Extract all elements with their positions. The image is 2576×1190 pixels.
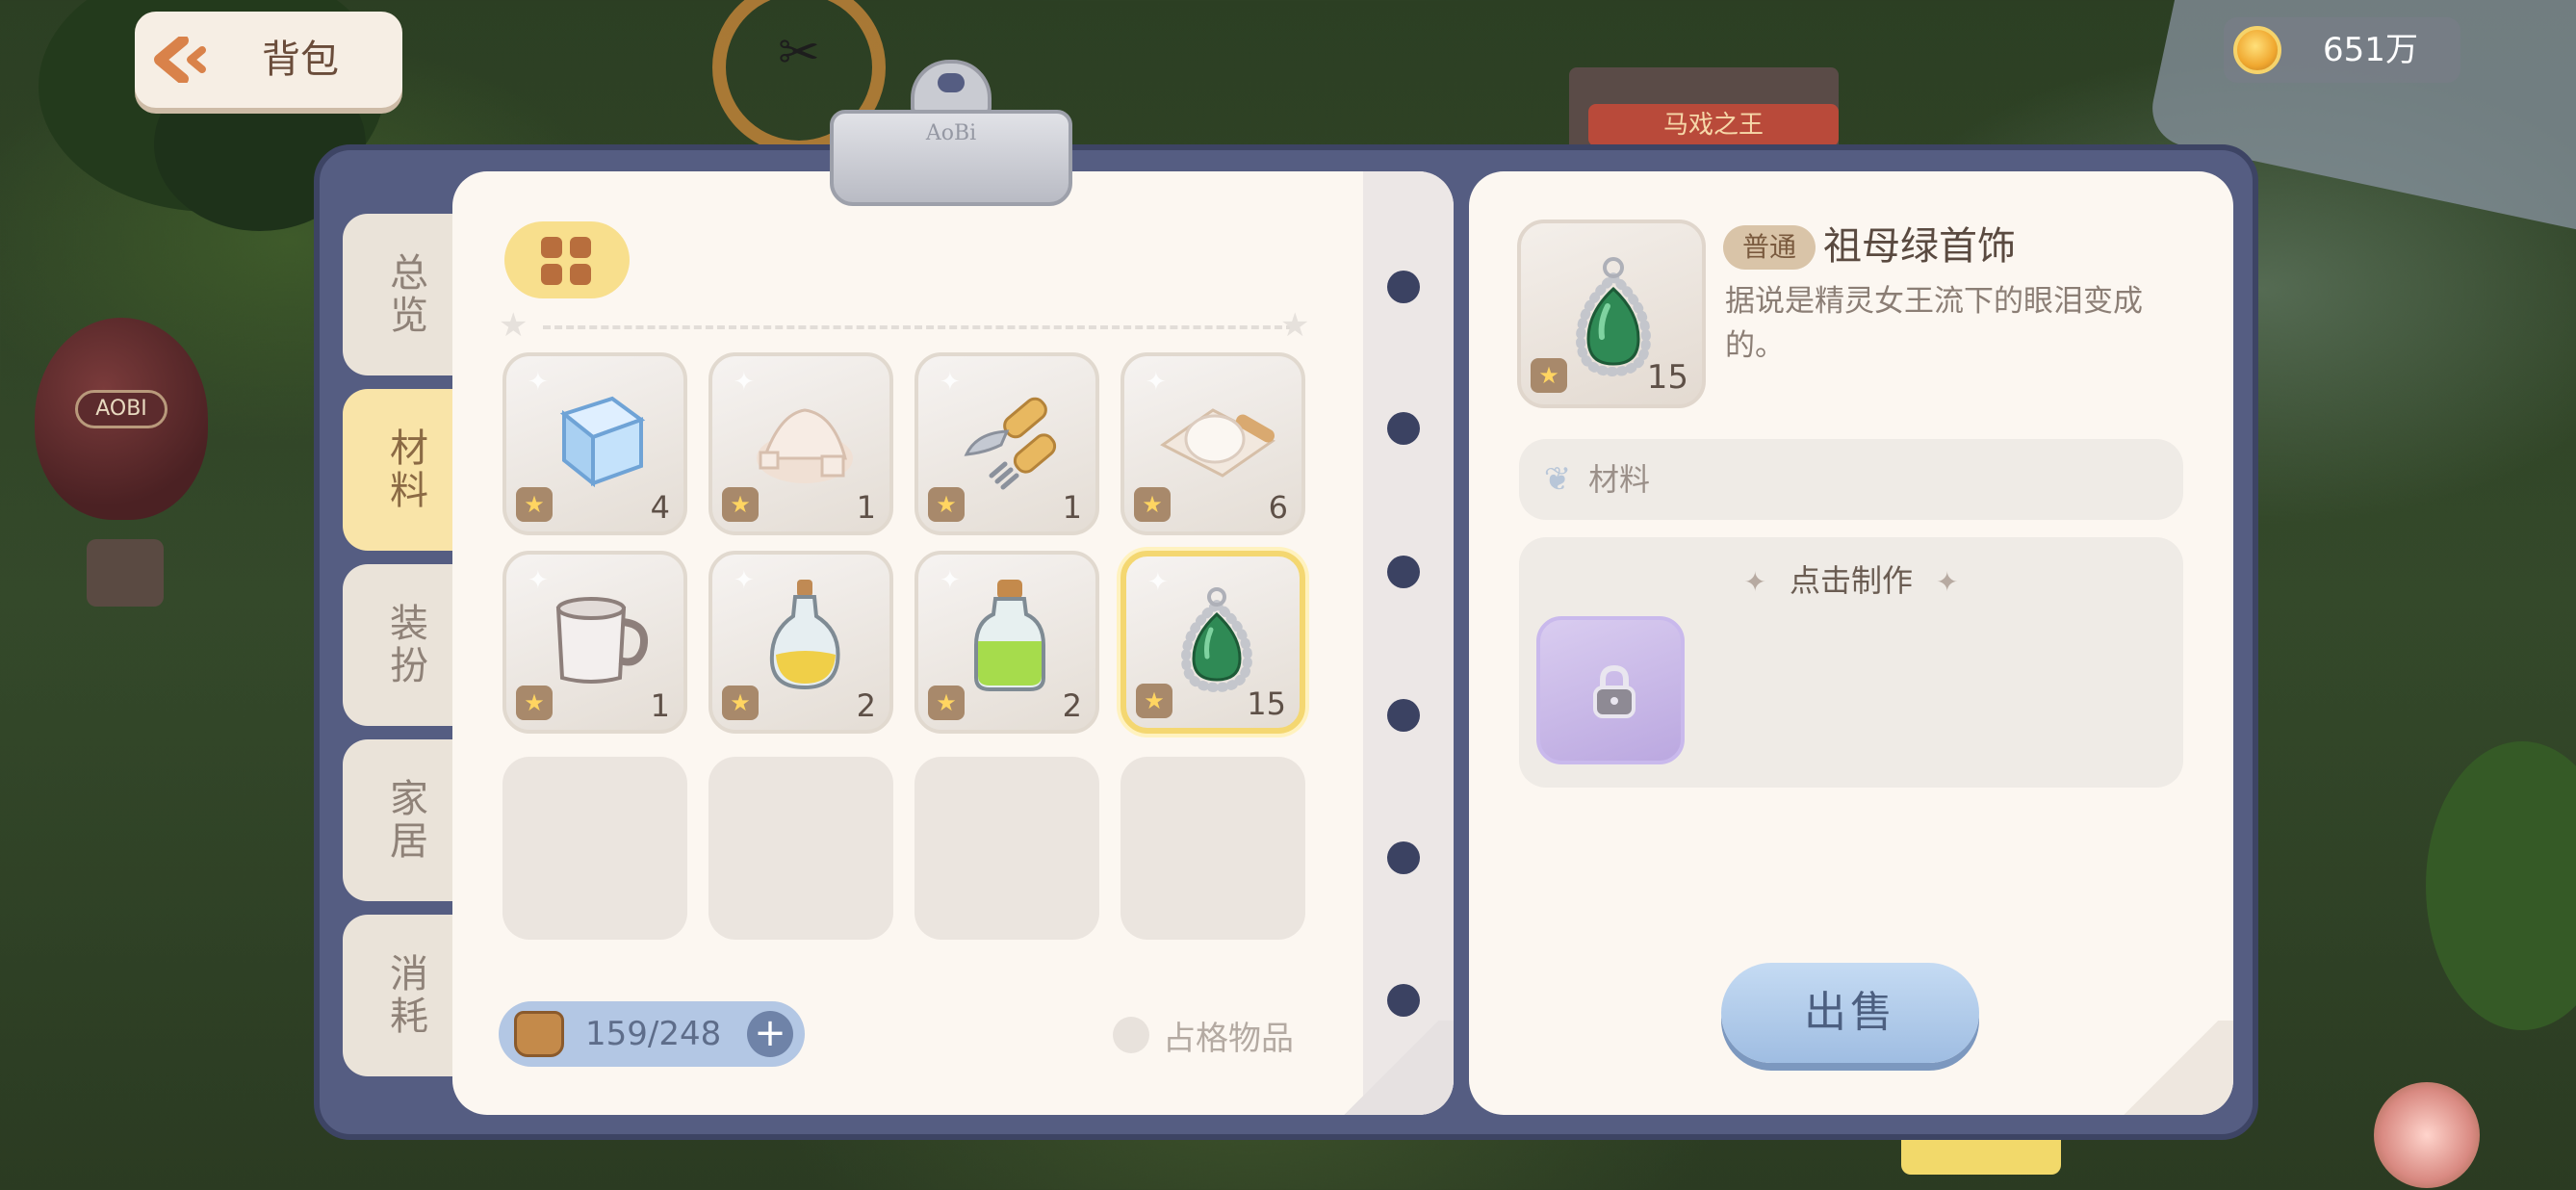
back-button[interactable]: 背包	[135, 12, 402, 108]
dough-icon	[1160, 408, 1275, 478]
page-curl	[2108, 1021, 2233, 1115]
rarity-star-icon: ★	[722, 686, 759, 720]
salt-pile-icon	[757, 408, 853, 483]
item-description: 据说是精灵女王流下的眼泪变成的。	[1725, 284, 2143, 363]
background-bush	[2426, 741, 2576, 1030]
tab-materials[interactable]: 材料	[343, 389, 468, 551]
binder-clip: AoBi	[830, 60, 1072, 210]
coin-icon	[2233, 26, 2281, 74]
tab-overview[interactable]: 总览	[343, 214, 468, 375]
binder-ring	[1387, 271, 1420, 303]
back-arrow-icon	[154, 37, 206, 83]
grid-view-toggle[interactable]	[504, 221, 630, 298]
inventory-slot-empty[interactable]	[502, 757, 687, 940]
sell-button[interactable]: 出售	[1721, 963, 1979, 1063]
mug-icon	[555, 597, 648, 684]
category-label: 材料	[1588, 461, 1651, 498]
inventory-slot-empty[interactable]	[708, 757, 893, 940]
binder-ring	[1387, 412, 1420, 445]
page-curl	[1328, 1021, 1454, 1115]
pet-avatar[interactable]	[2374, 1082, 2480, 1188]
tab-outfits[interactable]: 装扮	[343, 564, 468, 726]
rarity-star-icon: ★	[1134, 487, 1171, 522]
rarity-star-icon: ★	[1136, 684, 1172, 718]
occupy-checkbox[interactable]	[1113, 1017, 1149, 1053]
inventory-slot-salt[interactable]: ✦ ★ 1	[708, 352, 893, 535]
inventory-slot-empty[interactable]	[914, 757, 1099, 940]
item-quantity: 1	[1062, 489, 1082, 526]
inventory-slot-empty[interactable]	[1121, 757, 1305, 940]
tab-consumables[interactable]: 消耗	[343, 915, 468, 1076]
rarity-star-icon: ★	[928, 686, 965, 720]
binder-ring	[1387, 556, 1420, 588]
detail-quantity: 15	[1646, 358, 1688, 397]
item-quantity: 15	[1247, 686, 1286, 722]
oil-bottle-icon	[769, 580, 840, 690]
knife-fork-icon	[964, 397, 1057, 490]
item-category: ❦ 材料	[1519, 439, 2183, 520]
sparkle-icon: ✦	[1936, 566, 1959, 598]
craft-slot-locked[interactable]	[1536, 616, 1685, 764]
coin-balance: 651万	[2224, 17, 2460, 83]
craft-panel: ✦ 点击制作 ✦	[1519, 537, 2183, 788]
rarity-star-icon: ★	[516, 487, 553, 522]
occupy-filter[interactable]: 占格物品	[1113, 1013, 1294, 1058]
ice-cube-icon	[559, 396, 646, 488]
grid-icon	[541, 237, 562, 258]
tab-furniture[interactable]: 家居	[343, 739, 468, 901]
binder-spine	[1363, 171, 1454, 1115]
bag-capacity: 159/248 +	[499, 1001, 805, 1067]
inventory-slot-emerald-selected[interactable]: ✦ ★ 15	[1121, 551, 1305, 734]
item-name: 祖母绿首饰	[1823, 224, 2016, 269]
star-decoration-icon: ★	[1280, 306, 1310, 345]
green-potion-icon	[974, 580, 1045, 691]
item-quantity: 1	[856, 489, 876, 526]
clip-logo: AoBi	[925, 121, 977, 145]
inventory-slot-ice-cube[interactable]: ✦ ★ 4	[502, 352, 687, 535]
item-quantity: 2	[856, 687, 876, 724]
balloon-basket	[87, 539, 164, 607]
occupy-label: 占格物品	[1163, 1019, 1294, 1058]
bag-icon	[514, 1011, 564, 1057]
sparkle-icon: ✦	[1743, 566, 1766, 598]
inventory-slot-oil[interactable]: ✦ ★ 2	[708, 551, 893, 734]
rarity-star-icon: ★	[928, 487, 965, 522]
rarity-star-icon: ★	[722, 487, 759, 522]
rarity-star-icon: ★	[516, 686, 553, 720]
emerald-pendant-icon	[1180, 587, 1253, 693]
inventory-slot-cutlery[interactable]: ✦ ★ 1	[914, 352, 1099, 535]
star-decoration-icon: ★	[499, 306, 528, 345]
inventory-slot-potion[interactable]: ✦ ★ 2	[914, 551, 1099, 734]
item-quantity: 2	[1062, 687, 1082, 724]
divider	[543, 325, 1294, 329]
rarity-star-icon: ★	[1531, 358, 1567, 393]
leaf-icon: ❦	[1543, 460, 1572, 499]
binder-ring	[1387, 841, 1420, 874]
circus-sign: 马戏之王	[1588, 104, 1839, 146]
binder-ring	[1387, 699, 1420, 732]
item-quantity: 1	[650, 687, 670, 724]
capacity-value: 159/248	[585, 1015, 722, 1053]
expand-capacity-button[interactable]: +	[747, 1011, 793, 1057]
balloon-label: AOBI	[75, 390, 167, 428]
back-label: 背包	[262, 38, 339, 82]
inventory-slot-dough[interactable]: ✦ ★ 6	[1121, 352, 1305, 535]
craft-title: ✦ 点击制作 ✦	[1743, 562, 1959, 599]
lock-icon	[1593, 664, 1636, 718]
binder-ring	[1387, 984, 1420, 1017]
detail-item-icon: ★ 15	[1517, 220, 1706, 408]
inventory-slot-mug[interactable]: ✦ ★ 1	[502, 551, 687, 734]
rarity-badge: 普通	[1723, 225, 1816, 270]
item-quantity: 6	[1268, 489, 1288, 526]
item-quantity: 4	[650, 489, 670, 526]
scissors-icon: ✂	[778, 24, 820, 82]
coin-value: 651万	[2323, 31, 2418, 69]
